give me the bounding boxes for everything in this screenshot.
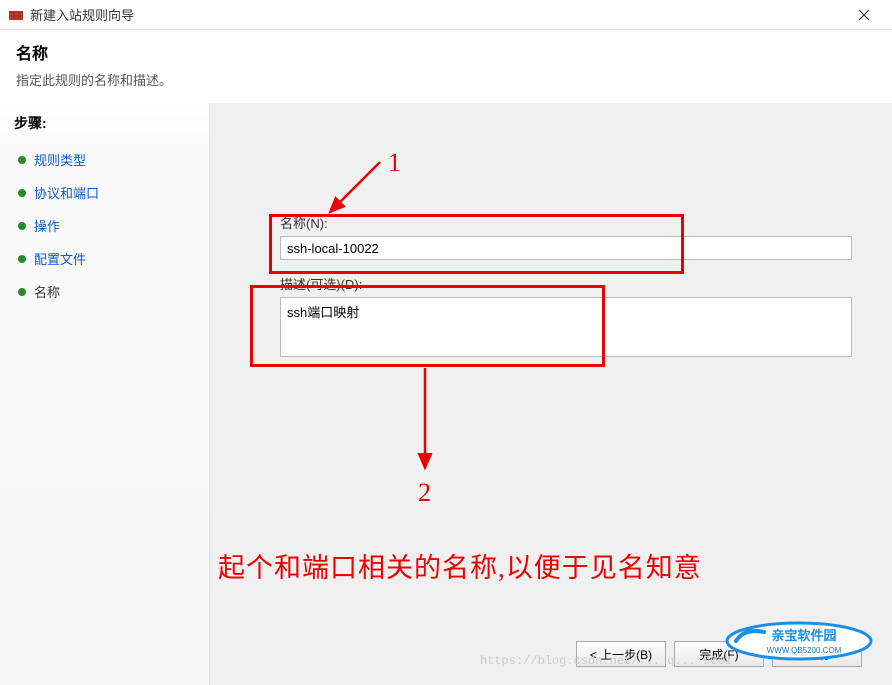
description-input[interactable] bbox=[280, 297, 852, 357]
name-input[interactable] bbox=[280, 236, 852, 260]
wizard-header: 名称 指定此规则的名称和描述。 bbox=[0, 30, 892, 103]
page-title: 名称 bbox=[16, 40, 876, 64]
bullet-icon bbox=[18, 189, 26, 197]
finish-button[interactable]: 完成(F) bbox=[674, 641, 764, 667]
page-subtitle: 指定此规则的名称和描述。 bbox=[16, 70, 876, 89]
step-label: 配置文件 bbox=[34, 249, 86, 268]
wizard-footer: < 上一步(B) 完成(F) 取消 bbox=[576, 641, 862, 667]
bullet-icon bbox=[18, 222, 26, 230]
step-label: 协议和端口 bbox=[34, 183, 99, 202]
description-label: 描述(可选)(D): bbox=[280, 274, 852, 293]
steps-heading: 步骤: bbox=[14, 113, 195, 133]
firewall-icon bbox=[8, 7, 24, 23]
bullet-icon bbox=[18, 156, 26, 164]
step-protocol-port[interactable]: 协议和端口 bbox=[14, 176, 195, 209]
bullet-icon bbox=[18, 255, 26, 263]
steps-sidebar: 步骤: 规则类型 协议和端口 操作 配置文件 名称 bbox=[0, 103, 210, 685]
step-name[interactable]: 名称 bbox=[14, 275, 195, 308]
window-title: 新建入站规则向导 bbox=[30, 5, 844, 24]
close-button[interactable] bbox=[844, 0, 884, 30]
main-panel: 名称(N): 描述(可选)(D): < 上一步(B) 完成(F) 取消 bbox=[210, 103, 892, 685]
cancel-button[interactable]: 取消 bbox=[772, 641, 862, 667]
step-rule-type[interactable]: 规则类型 bbox=[14, 143, 195, 176]
step-profile[interactable]: 配置文件 bbox=[14, 242, 195, 275]
step-label: 操作 bbox=[34, 216, 60, 235]
name-label: 名称(N): bbox=[280, 213, 852, 232]
bullet-icon bbox=[18, 288, 26, 296]
step-label: 规则类型 bbox=[34, 150, 86, 169]
step-action[interactable]: 操作 bbox=[14, 209, 195, 242]
back-button[interactable]: < 上一步(B) bbox=[576, 641, 666, 667]
step-label: 名称 bbox=[34, 282, 60, 301]
titlebar: 新建入站规则向导 bbox=[0, 0, 892, 30]
